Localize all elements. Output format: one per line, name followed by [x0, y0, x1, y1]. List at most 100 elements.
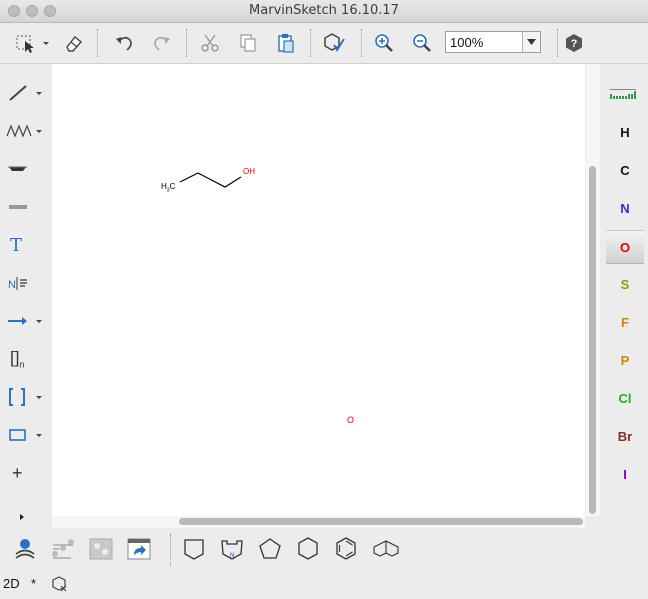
periodic-table-button[interactable]	[610, 86, 638, 105]
atom-list-icon: N	[8, 277, 27, 291]
help-button[interactable]: ?	[560, 29, 588, 57]
template-toolbar: N	[0, 530, 648, 570]
recent-templates-button[interactable]	[48, 534, 78, 564]
shape-tool[interactable]	[4, 420, 48, 450]
hexagon-ring-icon	[298, 537, 318, 560]
zoom-in-button[interactable]	[370, 29, 398, 57]
atom-button-s[interactable]: S	[606, 268, 644, 300]
atom-button-n[interactable]: N	[606, 192, 644, 224]
drawing-canvas[interactable]: H3C OH O	[52, 64, 585, 516]
plus-label: +	[12, 462, 23, 483]
atom-button-o[interactable]: O	[606, 230, 644, 264]
zoom-out-icon	[413, 34, 431, 52]
bond-line-icon	[9, 85, 42, 101]
clean-structure-icon	[324, 33, 345, 52]
template-naphthalene[interactable]	[369, 534, 405, 564]
atom-button-c[interactable]: C	[606, 154, 644, 186]
zoom-out-button[interactable]	[408, 29, 436, 57]
wedge-bond-icon	[8, 166, 27, 171]
window-title: MarvinSketch 16.10.17	[249, 3, 399, 18]
cut-icon	[201, 34, 219, 52]
rectangle-icon	[9, 429, 42, 441]
benzene-ring-icon	[336, 537, 356, 560]
atom-o-cursor[interactable]: O	[347, 415, 354, 425]
hashed-bond-icon	[9, 205, 27, 209]
atom-button-p[interactable]: P	[606, 344, 644, 376]
svg-text:N: N	[8, 279, 16, 291]
redo-button[interactable]	[148, 29, 176, 57]
template-cyclohexane[interactable]	[293, 534, 323, 564]
structure-check-indicator[interactable]	[52, 576, 68, 597]
select-tool-button[interactable]	[10, 29, 50, 57]
zoom-dropdown-button[interactable]	[522, 32, 540, 52]
square-ring-icon	[184, 539, 204, 560]
zoom-in-icon	[375, 34, 393, 52]
propanol-molecule	[179, 172, 242, 188]
text-tool[interactable]: T	[4, 230, 48, 260]
zoom-combobox[interactable]: 100%	[445, 31, 541, 53]
undo-button[interactable]	[110, 29, 138, 57]
more-tools-button[interactable]	[4, 502, 48, 532]
title-bar: MarvinSketch 16.10.17	[0, 0, 648, 23]
single-bond-tool[interactable]	[4, 78, 48, 108]
periodic-table-icon	[610, 89, 636, 99]
template-benzene[interactable]	[331, 534, 361, 564]
bracket-tool[interactable]	[4, 382, 48, 412]
horizontal-scrollbar[interactable]	[52, 516, 585, 528]
select-icon	[16, 35, 49, 53]
undo-icon	[116, 36, 132, 51]
dimension-mode[interactable]: 2D	[3, 576, 20, 591]
hashed-bond-tool[interactable]	[4, 192, 48, 222]
text-tool-label: T	[10, 234, 23, 256]
template-cyclobutane[interactable]	[179, 534, 209, 564]
svg-text:N: N	[230, 553, 234, 559]
template-window-icon	[127, 538, 151, 560]
arrow-right-icon	[8, 317, 42, 325]
atom-button-cl[interactable]: Cl	[606, 382, 644, 414]
templates-icon	[52, 539, 74, 559]
atom-button-i[interactable]: I	[606, 458, 644, 490]
main-toolbar: ?	[0, 23, 648, 64]
redo-icon	[154, 36, 170, 51]
eraser-icon	[66, 36, 83, 52]
help-icon: ?	[566, 34, 582, 52]
atom-button-h[interactable]: H	[606, 116, 644, 148]
template-cyclopentane[interactable]	[255, 534, 285, 564]
copy-button[interactable]	[234, 29, 262, 57]
repeating-unit-tool[interactable]: []n	[4, 344, 48, 374]
status-bar: 2D *	[0, 572, 648, 599]
clean-structure-button[interactable]	[320, 29, 348, 57]
add-charge-tool[interactable]: +	[4, 458, 48, 488]
atom-button-f[interactable]: F	[606, 306, 644, 338]
paste-button[interactable]	[272, 29, 300, 57]
atom-list-tool[interactable]: N	[4, 268, 48, 298]
erase-button[interactable]	[60, 29, 88, 57]
modified-indicator: *	[31, 576, 37, 591]
atom-h3c[interactable]: H3C	[161, 182, 175, 194]
atom-panel: H C N O S F P Cl Br I	[602, 64, 648, 534]
mygroups-button[interactable]	[86, 534, 116, 564]
templates-group-icon	[89, 538, 113, 560]
atom-button-br[interactable]: Br	[606, 420, 644, 452]
atom-oh[interactable]: OH	[243, 167, 255, 176]
template-pyrrole[interactable]: N	[217, 534, 247, 564]
paste-icon	[278, 34, 294, 53]
bond-style-tool[interactable]	[4, 154, 48, 184]
vertical-scroll-thumb[interactable]	[589, 166, 596, 514]
left-toolbar: T N []n +	[0, 64, 50, 534]
copy-icon	[240, 34, 256, 52]
chain-icon	[6, 124, 42, 138]
pyrrole-ring-icon: N	[221, 540, 243, 560]
pentagon-ring-icon	[259, 538, 281, 559]
naphthalene-ring-icon	[373, 540, 399, 557]
vertical-scrollbar[interactable]	[586, 64, 600, 516]
chevron-down-icon	[527, 39, 536, 45]
template-library-button[interactable]	[10, 534, 40, 564]
horizontal-scroll-thumb[interactable]	[179, 518, 583, 525]
chain-tool[interactable]	[4, 116, 48, 146]
reaction-arrow-tool[interactable]	[4, 306, 48, 336]
template-window-button[interactable]	[124, 534, 154, 564]
marvinsketch-window: MarvinSketch 16.10.17 ? 100% T N []n + H…	[0, 0, 648, 599]
cut-button[interactable]	[196, 29, 224, 57]
zoom-value: 100%	[450, 35, 484, 50]
